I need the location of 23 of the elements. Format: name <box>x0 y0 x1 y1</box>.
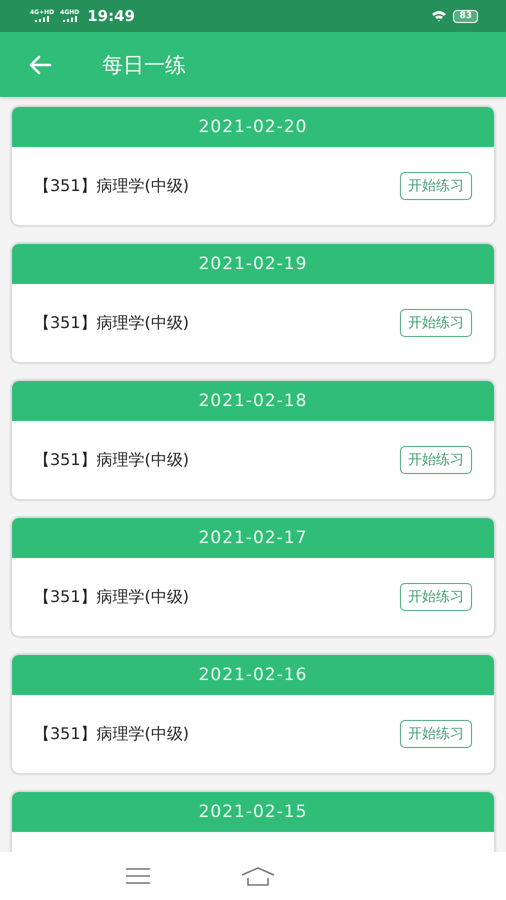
clock-time: 19:49 <box>87 7 135 25</box>
menu-icon[interactable] <box>124 867 151 885</box>
subject-title: 【351】病理学(中级) <box>34 176 190 196</box>
start-practice-button[interactable]: 开始练习 <box>400 446 472 474</box>
date-header: 2021-02-16 <box>12 655 494 695</box>
subject-title: 【351】病理学(中级) <box>34 586 190 608</box>
battery-indicator: 83 <box>453 10 478 22</box>
subject-title: 【351】病理学(中级) <box>34 450 190 470</box>
page-title: 每日一练 <box>102 52 186 78</box>
date-header: 2021-02-17 <box>12 518 494 558</box>
start-practice-button[interactable]: 开始练习 <box>400 583 472 611</box>
date-header: 2021-02-19 <box>12 244 494 284</box>
date-header: 2021-02-18 <box>12 381 494 421</box>
date-header: 2021-02-20 <box>12 107 494 147</box>
start-practice-button[interactable]: 开始练习 <box>400 720 472 748</box>
subject-title: 【351】病理学(中级) <box>34 724 190 744</box>
back-icon[interactable] <box>28 54 52 74</box>
start-practice-button[interactable]: 开始练习 <box>400 309 472 337</box>
home-icon[interactable] <box>240 866 276 886</box>
subject-title: 【351】病理学(中级) <box>34 312 190 334</box>
wifi-icon <box>431 10 448 22</box>
date-header: 2021-02-15 <box>12 792 494 832</box>
start-practice-button[interactable]: 开始练习 <box>400 172 472 200</box>
